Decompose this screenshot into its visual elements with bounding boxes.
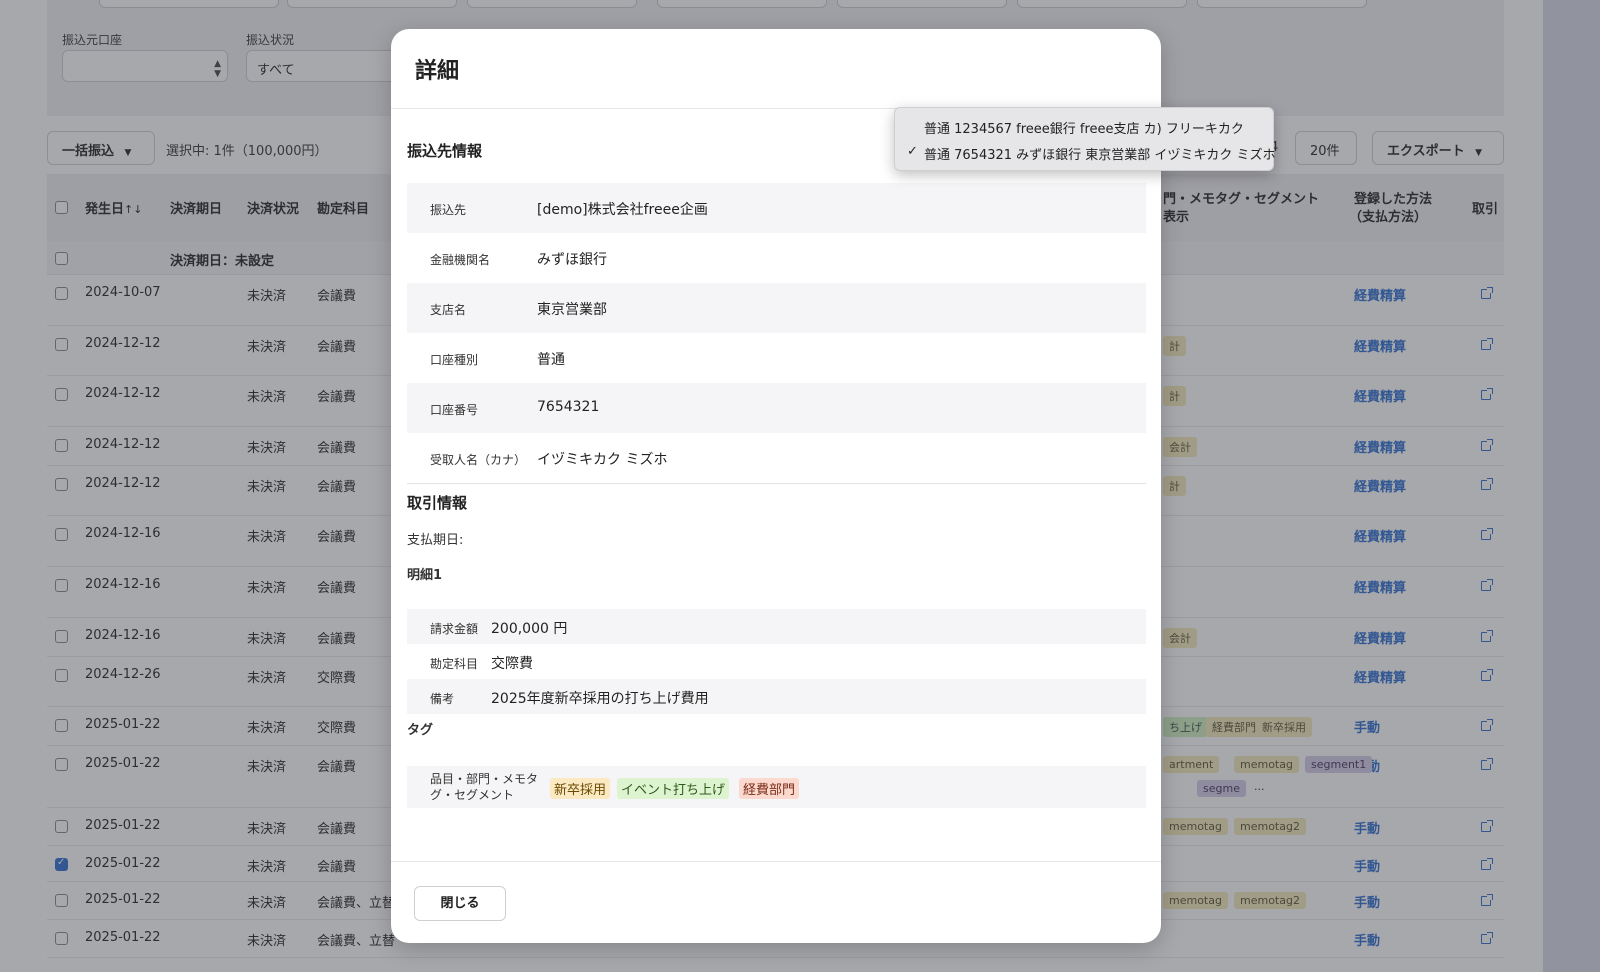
payee-row-payee: 振込先 [demo]株式会社freee企画 (407, 183, 1146, 233)
account-type-value: 普通 (537, 352, 565, 368)
branch-label: 支店名 (430, 303, 467, 317)
note-value: 2025年度新卒採用の打ち上げ費用 (491, 691, 709, 707)
account-dropdown-menu: 普通 1234567 freee銀行 freee支店 カ) フリーキカク ✓ 普… (894, 107, 1276, 171)
payee-label: 振込先 (430, 203, 467, 217)
account-label: 勘定科目 (430, 657, 479, 671)
account-number-value: 7654321 (537, 399, 600, 415)
detail-title: 明細1 (407, 568, 443, 583)
section-divider (407, 483, 1146, 484)
detail-row-account: 勘定科目 交際費 (407, 644, 1146, 679)
close-button[interactable]: 閉じる (414, 886, 506, 921)
account-type-label: 口座種別 (430, 353, 479, 367)
branch-value: 東京営業部 (537, 302, 607, 318)
bank-value: みずほ銀行 (537, 252, 607, 268)
amount-value: 200,000 円 (491, 621, 568, 637)
note-label: 備考 (430, 692, 455, 706)
modal-header: 詳細 (391, 29, 1161, 109)
account-option-2[interactable]: 普通 7654321 みずほ銀行 東京営業部 イヅミキカク ミズホ (924, 144, 1276, 163)
payee-row-branch: 支店名 東京営業部 (407, 283, 1146, 333)
tag-row: 品目・部門・メモタグ・セグメント 新卒採用 イベント打ち上げ 経費部門 (407, 766, 1146, 808)
payment-due-label: 支払期日: (407, 533, 464, 548)
modal-title: 詳細 (415, 59, 460, 84)
payee-row-bank: 金融機関名 みずほ銀行 (407, 233, 1146, 283)
account-option-1[interactable]: 普通 1234567 freee銀行 freee支店 カ) フリーキカク (924, 118, 1244, 137)
bank-label: 金融機関名 (430, 253, 491, 267)
payee-info-table: 振込先 [demo]株式会社freee企画 金融機関名 みずほ銀行 支店名 東京… (407, 183, 1146, 483)
account-value: 交際費 (491, 656, 533, 672)
payee-row-account-number: 口座番号 7654321 (407, 383, 1146, 433)
detail-row-note: 備考 2025年度新卒採用の打ち上げ費用 (407, 679, 1146, 714)
account-number-label: 口座番号 (430, 403, 479, 417)
payee-row-account-type: 口座種別 普通 (407, 333, 1146, 383)
deal-section-title: 取引情報 (407, 494, 468, 512)
tag-row-label: 品目・部門・メモタグ・セグメント (430, 772, 539, 802)
payee-value: [demo]株式会社freee企画 (537, 202, 708, 218)
tag-new-grad: 新卒採用 (550, 778, 611, 799)
tag-section-title: タグ (407, 723, 434, 738)
tag-event: イベント打ち上げ (617, 778, 730, 799)
recipient-label: 受取人名（カナ） (430, 453, 527, 467)
recipient-value: イヅミキカク ミズホ (537, 452, 668, 468)
amount-label: 請求金額 (430, 622, 479, 636)
payee-section-title: 振込先情報 (407, 142, 483, 160)
payee-row-recipient: 受取人名（カナ） イヅミキカク ミズホ (407, 433, 1146, 483)
checkmark-icon: ✓ (907, 144, 918, 159)
modal-footer: 閉じる (391, 861, 1161, 943)
detail-row-amount: 請求金額 200,000 円 (407, 609, 1146, 644)
tag-expense-dept: 経費部門 (739, 778, 800, 799)
